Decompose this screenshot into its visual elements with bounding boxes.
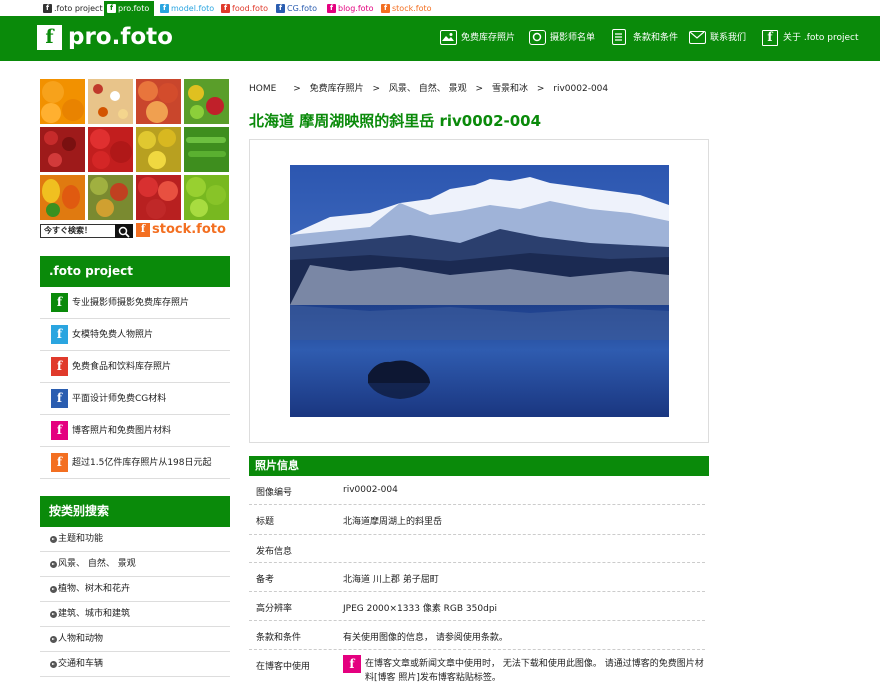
info-row-blog-use: 在博客中使用 f 在博客文章或新闻文章中使用时， 无法下载和使用此图像。 请通过…	[256, 655, 704, 683]
tab-foto-project[interactable]: f .foto project	[40, 1, 103, 16]
blog-foto-icon: f	[51, 421, 68, 440]
breadcrumb-current: riv0002-004	[553, 84, 609, 94]
nav-free-stock-photos[interactable]: 免费库存照片	[440, 30, 515, 48]
arrow-bullet-icon	[50, 636, 57, 643]
arrow-bullet-icon	[50, 561, 57, 568]
foto-project-icon: f	[43, 4, 52, 13]
photo-frame	[249, 139, 709, 443]
pro-foto-icon: f	[51, 293, 68, 312]
green-beans-image	[184, 127, 229, 172]
info-row-high-resolution: 高分辨率 JPEG 2000×1333 像素 RGB 350dpi	[249, 592, 705, 621]
tab-pro-foto[interactable]: f pro.foto	[104, 1, 154, 16]
info-row-terms: 条款和条件 有关使用图像的信息， 请参阅使用条款。	[249, 621, 705, 650]
peppers-image	[40, 175, 85, 220]
arrow-bullet-icon	[50, 586, 57, 593]
arrow-bullet-icon	[50, 661, 57, 668]
foto-project-heading: .foto project	[40, 256, 230, 287]
stock-foto-logo[interactable]: f stock.foto	[136, 223, 226, 239]
info-row-title: 标题 北海道摩周湖上的斜里岳	[249, 505, 705, 535]
apples-image	[136, 175, 181, 220]
pro-foto-icon: f	[107, 4, 116, 13]
stock-foto-f-icon: f	[136, 223, 150, 237]
project-item-food-foto[interactable]: f 免费食品和饮料库存照片	[40, 351, 230, 383]
cg-foto-icon: f	[276, 4, 285, 13]
logo-text: pro.foto	[68, 24, 173, 50]
nav-about[interactable]: f 关于 .foto project	[762, 30, 859, 48]
search-icon	[118, 226, 130, 238]
mixed-fruit-image	[88, 175, 133, 220]
project-item-stock-foto[interactable]: f 超过1.5亿件库存照片从198日元起	[40, 447, 230, 479]
page-title: 北海道 摩周湖映照的斜里岳 riv0002-004	[249, 112, 542, 130]
stock-foto-text: stock.foto	[152, 222, 226, 237]
site-header: f pro.foto 免费库存照片 摄影师名单 条款和条件 联系我们 f 关于 .…	[0, 16, 880, 61]
category-item[interactable]: 交通和车辆	[40, 652, 230, 677]
limes-image	[184, 175, 229, 220]
stock-foto-banner[interactable]	[40, 79, 230, 222]
project-item-blog-foto[interactable]: f 博客照片和免费图片材料	[40, 415, 230, 447]
oranges-image	[40, 79, 85, 124]
category-item[interactable]: 植物、树木和花卉	[40, 577, 230, 602]
breadcrumb-separator: >	[536, 84, 545, 94]
breadcrumb-separator: >	[475, 84, 484, 94]
photo-info-heading: 照片信息	[249, 456, 709, 476]
cg-foto-icon: f	[51, 389, 68, 408]
image-icon	[440, 30, 457, 45]
category-item[interactable]: 人物和动物	[40, 627, 230, 652]
tab-stock-foto[interactable]: f stock.foto	[378, 1, 432, 16]
breadcrumb-landscape[interactable]: 风景、 自然、 景观	[389, 84, 467, 94]
f-logo-icon: f	[762, 30, 778, 46]
breadcrumb-separator: >	[293, 84, 301, 94]
mail-icon	[689, 31, 706, 44]
category-item[interactable]: 主题和功能	[40, 527, 230, 552]
breadcrumb: HOME > 免费库存照片 > 风景、 自然、 景观 > 雪景和冰 > riv0…	[249, 81, 614, 94]
document-icon	[612, 29, 626, 45]
vegetables-image	[184, 79, 229, 124]
breadcrumb-snow-ice[interactable]: 雪景和冰	[492, 84, 528, 94]
project-item-model-foto[interactable]: f 女模特免费人物照片	[40, 319, 230, 351]
search-button[interactable]	[115, 224, 133, 238]
tab-cg-foto[interactable]: f CG.foto	[273, 1, 317, 16]
breadcrumb-home[interactable]: HOME	[249, 84, 276, 94]
model-foto-icon: f	[51, 325, 68, 344]
f-logo-icon: f	[37, 25, 62, 50]
tab-food-foto[interactable]: f food.foto	[218, 1, 268, 16]
category-search-heading: 按类别搜索	[40, 496, 230, 527]
category-item[interactable]: 建筑、城市和建筑	[40, 602, 230, 627]
arrow-bullet-icon	[50, 611, 57, 618]
peaches-image	[136, 79, 181, 124]
stock-foto-icon: f	[51, 453, 68, 472]
food-foto-icon: f	[221, 4, 230, 13]
nav-contact[interactable]: 联系我们	[689, 30, 746, 48]
tab-blog-foto[interactable]: f blog.foto	[324, 1, 374, 16]
stock-foto-icon: f	[381, 4, 390, 13]
site-switcher: f .foto project f pro.foto f model.foto f fo…	[0, 0, 880, 16]
model-foto-icon: f	[160, 4, 169, 13]
project-item-pro-foto[interactable]: f 专业摄影师摄影免费库存照片	[40, 287, 230, 319]
info-row-image-id: 图像编号 riv0002-004	[249, 476, 705, 505]
category-item[interactable]: 风景、 自然、 景观	[40, 552, 230, 577]
info-row-remarks: 备考 北海道 川上郡 弟子屈町	[249, 563, 705, 592]
breadcrumb-separator: >	[372, 84, 381, 94]
info-row-publish-info: 发布信息	[249, 535, 705, 563]
beans-image	[88, 79, 133, 124]
nav-photographers[interactable]: 摄影师名单	[529, 30, 595, 48]
breadcrumb-free-stock[interactable]: 免费库存照片	[310, 84, 364, 94]
project-item-cg-foto[interactable]: f 平面设计师免费CG材料	[40, 383, 230, 415]
food-foto-icon: f	[51, 357, 68, 376]
berries-image	[40, 127, 85, 172]
lake-mountain-photo[interactable]	[290, 165, 669, 417]
blog-foto-icon: f	[327, 4, 336, 13]
tab-model-foto[interactable]: f model.foto	[157, 1, 214, 16]
camera-icon	[529, 30, 546, 45]
arrow-bullet-icon	[50, 536, 57, 543]
tomatoes-image	[88, 127, 133, 172]
lemons-image	[136, 127, 181, 172]
nav-terms[interactable]: 条款和条件	[612, 29, 678, 48]
